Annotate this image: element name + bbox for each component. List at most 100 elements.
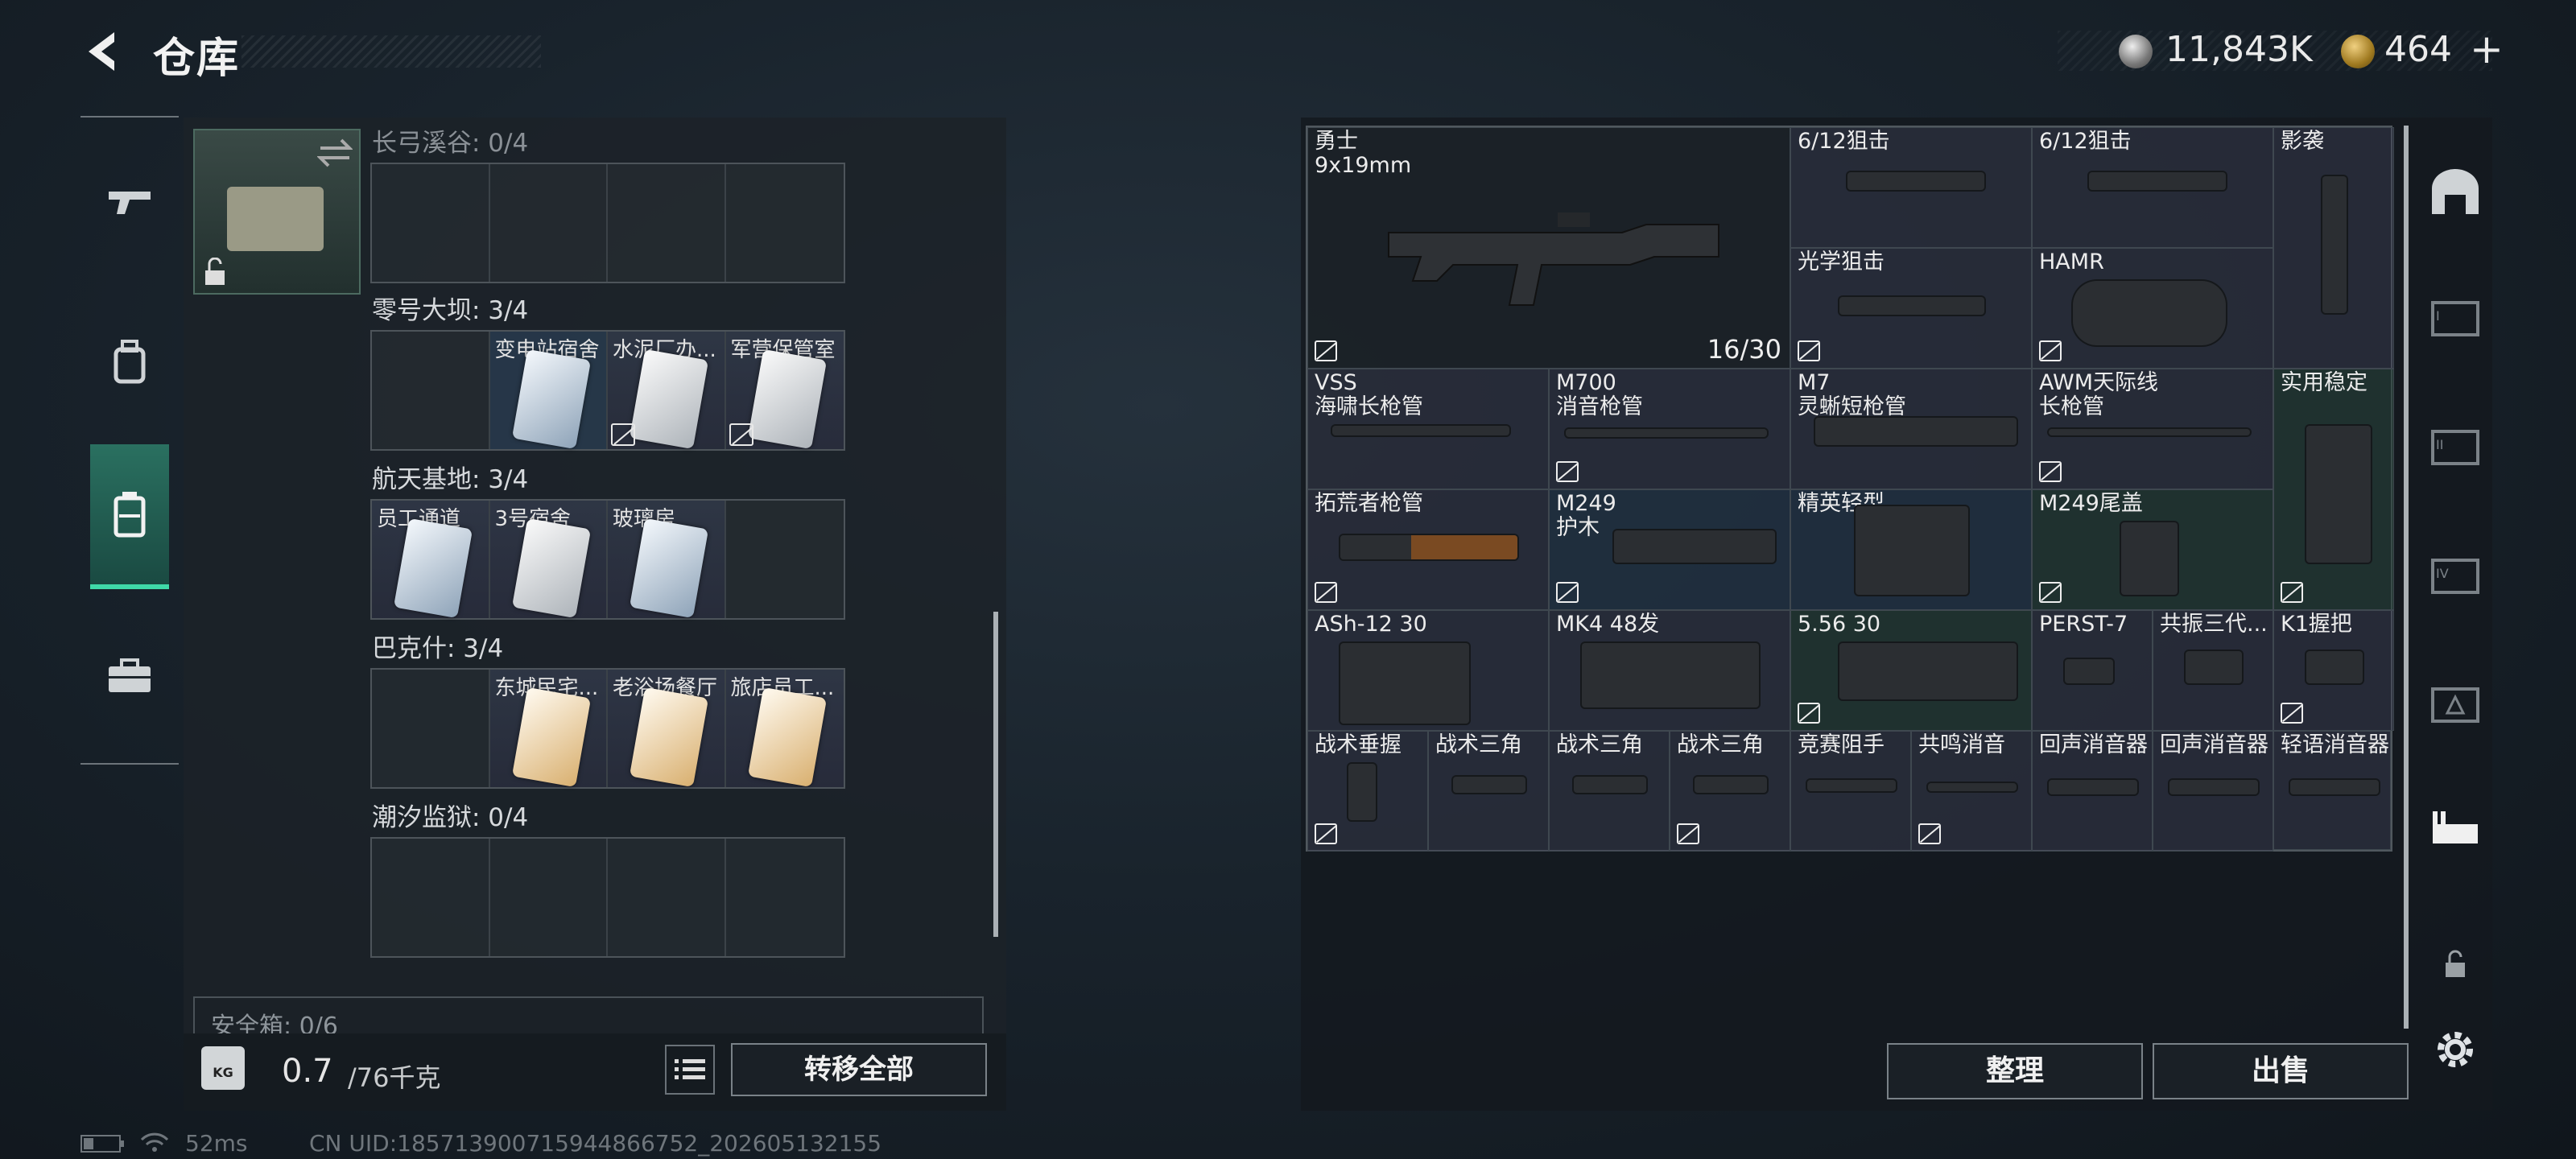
key-grid xyxy=(370,163,845,283)
stash-item[interactable]: 实用稳定 xyxy=(2273,369,2394,610)
rail-stash-home[interactable] xyxy=(2421,158,2489,225)
key-slot[interactable] xyxy=(372,670,490,787)
sell-button[interactable]: 出售 xyxy=(2153,1043,2409,1099)
key-slot[interactable]: 军营保管室 xyxy=(725,332,844,450)
rail-lock[interactable] xyxy=(2421,930,2489,998)
key-slot[interactable] xyxy=(372,839,490,956)
stash-item[interactable]: 战术三角 xyxy=(1549,731,1670,852)
key-slot[interactable]: 东城民宅... xyxy=(489,670,608,788)
rail-weapons[interactable] xyxy=(90,129,169,274)
stash-item[interactable]: 共鸣消音 xyxy=(1911,731,2032,852)
rail-tab-2[interactable]: II xyxy=(2421,412,2489,480)
user-uid: CN UID:185713900715944866752_20260513215… xyxy=(309,1130,882,1157)
weight-icon: KG xyxy=(201,1046,245,1090)
stash-item[interactable]: 精英轻型 xyxy=(1790,489,2032,610)
unlock-icon xyxy=(205,258,225,285)
stash-item[interactable]: HAMR xyxy=(2032,248,2273,369)
stash-item[interactable]: 共振三代... xyxy=(2153,610,2273,731)
key-slot[interactable] xyxy=(489,839,608,956)
stash-item[interactable]: ASh-12 30 xyxy=(1307,610,1549,731)
item-name: 6/12狙击 xyxy=(1798,129,1890,154)
stash-grid: 勇士 9x19mm 16/30 6/12狙击 6/12狙击 影袭 光学狙击 HA… xyxy=(1306,126,2394,852)
key-slot[interactable] xyxy=(725,501,844,618)
scope-image xyxy=(1847,172,1984,190)
rail-keys[interactable] xyxy=(90,444,169,589)
rail-tab-3[interactable]: IV xyxy=(2421,541,2489,608)
key-case-thumbnail[interactable] xyxy=(193,129,361,295)
stash-item[interactable]: M249 护木 xyxy=(1549,489,1790,610)
transfer-all-button[interactable]: 转移全部 xyxy=(731,1043,987,1096)
item-name: M700 消音枪管 xyxy=(1556,370,1643,419)
key-slot[interactable]: 旅店员工... xyxy=(725,670,844,788)
key-slot[interactable] xyxy=(489,164,608,282)
rail-toolbox[interactable] xyxy=(90,604,169,749)
swap-icon[interactable] xyxy=(317,137,353,169)
stash-item[interactable]: 拓荒者枪管 xyxy=(1307,489,1549,610)
section-title: 零号大坝: 3/4 xyxy=(372,296,529,325)
svg-text:IV: IV xyxy=(2436,566,2449,581)
stash-item[interactable]: AWM天际线 长枪管 xyxy=(2032,369,2273,489)
key-slot[interactable]: 员工通道 xyxy=(372,501,490,619)
key-slot[interactable] xyxy=(608,839,726,956)
rail-tab-5-active[interactable] xyxy=(2421,797,2489,864)
keycard-icon xyxy=(747,349,827,450)
stash-item[interactable]: MK4 48发 xyxy=(1549,610,1790,731)
stash-item[interactable]: 竞赛阻手 xyxy=(1790,731,1911,852)
stash-item[interactable]: 战术三角 xyxy=(1428,731,1549,852)
back-button[interactable] xyxy=(79,27,127,76)
stash-item[interactable]: 6/12狙击 xyxy=(1790,127,2032,248)
stash-item[interactable]: 光学狙击 xyxy=(1790,248,2032,369)
key-slot[interactable]: 3号宿舍 xyxy=(489,501,608,619)
stash-item[interactable]: 战术三角 xyxy=(1670,731,1790,852)
key-slot[interactable]: 玻璃房 xyxy=(608,501,726,619)
stash-item[interactable]: 勇士 9x19mm 16/30 xyxy=(1307,127,1790,369)
stash-item[interactable]: 回声消音器 xyxy=(2032,731,2153,852)
key-slot[interactable] xyxy=(372,332,490,449)
stash-item[interactable]: M700 消音枪管 xyxy=(1549,369,1790,489)
key-slot[interactable] xyxy=(608,164,726,282)
stash-item[interactable]: 战术垂握 xyxy=(1307,731,1428,852)
stash-item[interactable]: 5.56 30 xyxy=(1790,610,2032,731)
stash-item[interactable]: 轻语消音器 xyxy=(2273,731,2391,850)
title-decor xyxy=(242,35,541,68)
keycard-icon xyxy=(511,349,591,450)
list-view-button[interactable] xyxy=(665,1045,715,1095)
key-slot[interactable]: 水泥厂办... xyxy=(608,332,726,450)
stash-item[interactable]: M249尾盖 xyxy=(2032,489,2273,610)
gold-amount: 464 xyxy=(2384,29,2452,70)
stash-item[interactable]: 影袭 xyxy=(2273,127,2394,369)
rail-tab-4[interactable] xyxy=(2421,670,2489,737)
keycard-icon xyxy=(511,518,591,619)
stash-scrollbar[interactable] xyxy=(2404,126,2409,1029)
magazine-image xyxy=(1340,643,1469,724)
sort-button[interactable]: 整理 xyxy=(1887,1043,2143,1099)
stash-tab-icon: I xyxy=(2431,301,2479,336)
bound-lock-icon xyxy=(2281,582,2303,603)
stash-item[interactable]: 6/12狙击 xyxy=(2032,127,2273,248)
key-slot[interactable] xyxy=(372,164,490,282)
case-image xyxy=(227,187,324,251)
settings-button[interactable] xyxy=(2421,1016,2489,1083)
stash-item[interactable]: 回声消音器 xyxy=(2153,731,2273,852)
key-slot[interactable] xyxy=(725,839,844,956)
rail-tab-1[interactable]: I xyxy=(2421,283,2489,351)
rail-gear[interactable] xyxy=(90,290,169,435)
sight-image xyxy=(2073,281,2226,345)
key-slot[interactable] xyxy=(725,164,844,282)
stash-item[interactable]: VSS 海啸长枪管 xyxy=(1307,369,1549,489)
item-name: 回声消音器 xyxy=(2160,732,2268,757)
item-name: M249 护木 xyxy=(1556,491,1616,540)
left-scrollbar[interactable] xyxy=(993,612,998,937)
safebox-header[interactable]: 安全箱: 0/6 xyxy=(193,996,984,1033)
stash-item[interactable]: M7 灵蜥短枪管 xyxy=(1790,369,2032,489)
handguard-image xyxy=(1815,418,2017,445)
key-grid xyxy=(370,837,845,958)
item-name: 影袭 xyxy=(2281,129,2324,154)
suppressor-image xyxy=(2290,780,2379,794)
key-slot[interactable]: 老浴场餐厅 xyxy=(608,670,726,788)
stash-tab-icon: IV xyxy=(2431,559,2479,594)
stash-item[interactable]: K1握把 xyxy=(2273,610,2394,731)
stash-item[interactable]: PERST-7 xyxy=(2032,610,2153,731)
key-slot[interactable]: 变电站宿舍 xyxy=(489,332,608,450)
add-currency-button[interactable]: + xyxy=(2470,26,2504,72)
